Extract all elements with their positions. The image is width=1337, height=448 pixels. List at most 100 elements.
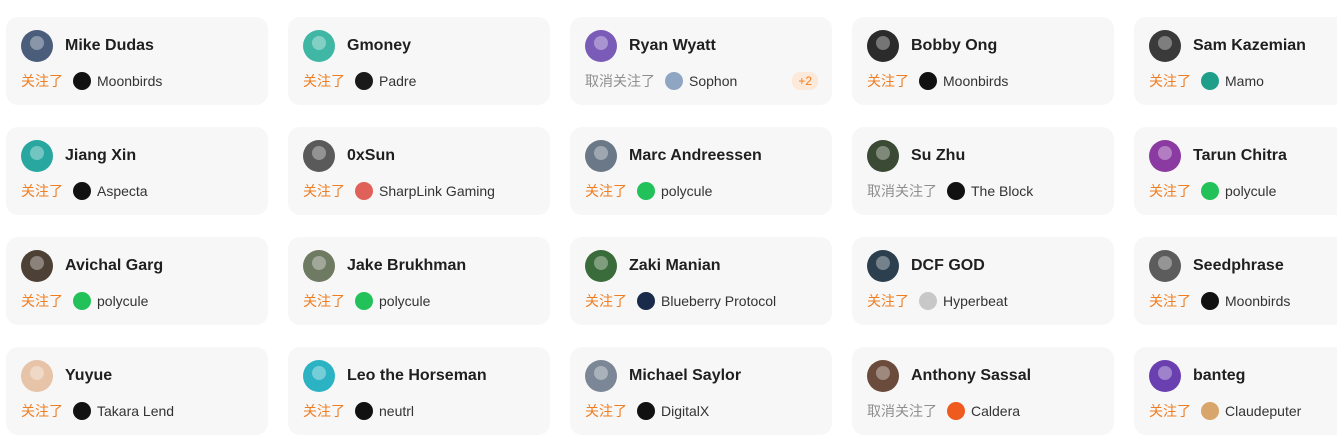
user-name[interactable]: Zaki Manian xyxy=(629,257,721,275)
project-name[interactable]: Moonbirds xyxy=(1225,293,1290,309)
activity-card[interactable]: 0xSun 关注了 SharpLink Gaming xyxy=(288,127,550,215)
activity-card[interactable]: Bobby Ong 关注了 Moonbirds xyxy=(852,17,1114,105)
avatar[interactable] xyxy=(21,140,53,172)
activity-card[interactable]: Jiang Xin 关注了 Aspecta xyxy=(6,127,268,215)
activity-card[interactable]: Jake Brukhman 关注了 polycule xyxy=(288,237,550,325)
caldera-icon xyxy=(947,402,965,420)
user-name[interactable]: Tarun Chitra xyxy=(1193,147,1287,165)
project-name[interactable]: Hyperbeat xyxy=(943,293,1008,309)
polycule-icon xyxy=(73,292,91,310)
takara-icon xyxy=(73,402,91,420)
avatar[interactable] xyxy=(1149,140,1181,172)
polycule-icon xyxy=(1201,182,1219,200)
activity-card[interactable]: Anthony Sassal 取消关注了 Caldera xyxy=(852,347,1114,435)
user-name[interactable]: Anthony Sassal xyxy=(911,367,1031,385)
avatar[interactable] xyxy=(21,360,53,392)
activity-card[interactable]: Yuyue 关注了 Takara Lend xyxy=(6,347,268,435)
activity-card[interactable]: Michael Saylor 关注了 DigitalX xyxy=(570,347,832,435)
avatar[interactable] xyxy=(585,30,617,62)
project-name[interactable]: Takara Lend xyxy=(97,403,174,419)
activity-card[interactable]: Gmoney 关注了 Padre xyxy=(288,17,550,105)
activity-card[interactable]: Ryan Wyatt 取消关注了 Sophon +2 xyxy=(570,17,832,105)
status-label: 关注了 xyxy=(21,73,63,89)
project-name[interactable]: Aspecta xyxy=(97,183,148,199)
avatar[interactable] xyxy=(1149,360,1181,392)
user-name[interactable]: Jiang Xin xyxy=(65,147,136,165)
project-name[interactable]: neutrl xyxy=(379,403,414,419)
action-row: 关注了 Moonbirds xyxy=(1149,291,1290,311)
action-row: 关注了 Hyperbeat xyxy=(867,291,1008,311)
user-name[interactable]: Michael Saylor xyxy=(629,367,741,385)
project-name[interactable]: Moonbirds xyxy=(943,73,1008,89)
project-name[interactable]: Caldera xyxy=(971,403,1020,419)
avatar[interactable] xyxy=(867,360,899,392)
avatar[interactable] xyxy=(303,30,335,62)
status-label: 关注了 xyxy=(1149,293,1191,309)
project-name[interactable]: DigitalX xyxy=(661,403,709,419)
user-name[interactable]: Seedphrase xyxy=(1193,257,1284,275)
status-label: 关注了 xyxy=(303,183,345,199)
project-name[interactable]: Moonbirds xyxy=(97,73,162,89)
project-name[interactable]: polycule xyxy=(1225,183,1276,199)
status-label: 关注了 xyxy=(1149,183,1191,199)
activity-card[interactable]: Marc Andreessen 关注了 polycule xyxy=(570,127,832,215)
project-name[interactable]: Claudeputer xyxy=(1225,403,1301,419)
user-name[interactable]: DCF GOD xyxy=(911,257,985,275)
project-name[interactable]: Mamo xyxy=(1225,73,1264,89)
activity-card[interactable]: Avichal Garg 关注了 polycule xyxy=(6,237,268,325)
project-name[interactable]: polycule xyxy=(97,293,148,309)
status-label: 关注了 xyxy=(303,73,345,89)
avatar[interactable] xyxy=(867,140,899,172)
activity-card[interactable]: Sam Kazemian 关注了 Mamo xyxy=(1134,17,1337,105)
activity-card[interactable]: Zaki Manian 关注了 Blueberry Protocol xyxy=(570,237,832,325)
avatar[interactable] xyxy=(303,140,335,172)
action-row: 关注了 SharpLink Gaming xyxy=(303,181,495,201)
project-name[interactable]: The Block xyxy=(971,183,1033,199)
avatar[interactable] xyxy=(867,30,899,62)
user-name[interactable]: Mike Dudas xyxy=(65,37,154,55)
project-name[interactable]: Blueberry Protocol xyxy=(661,293,776,309)
activity-card[interactable]: DCF GOD 关注了 Hyperbeat xyxy=(852,237,1114,325)
avatar[interactable] xyxy=(21,250,53,282)
hyperbeat-icon xyxy=(919,292,937,310)
avatar[interactable] xyxy=(21,30,53,62)
user-name[interactable]: Gmoney xyxy=(347,37,411,55)
project-name[interactable]: polycule xyxy=(661,183,712,199)
activity-card[interactable]: Seedphrase 关注了 Moonbirds xyxy=(1134,237,1337,325)
avatar[interactable] xyxy=(303,360,335,392)
more-count-badge[interactable]: +2 xyxy=(792,72,818,90)
user-name[interactable]: Jake Brukhman xyxy=(347,257,466,275)
avatar[interactable] xyxy=(867,250,899,282)
user-name[interactable]: 0xSun xyxy=(347,147,395,165)
neutrl-icon xyxy=(355,402,373,420)
avatar[interactable] xyxy=(585,360,617,392)
user-name[interactable]: Yuyue xyxy=(65,367,112,385)
project-name[interactable]: SharpLink Gaming xyxy=(379,183,495,199)
avatar[interactable] xyxy=(1149,30,1181,62)
user-name[interactable]: Leo the Horseman xyxy=(347,367,487,385)
user-name[interactable]: banteg xyxy=(1193,367,1245,385)
action-row: 关注了 polycule xyxy=(303,291,430,311)
user-name[interactable]: Sam Kazemian xyxy=(1193,37,1306,55)
user-name[interactable]: Su Zhu xyxy=(911,147,965,165)
user-name[interactable]: Ryan Wyatt xyxy=(629,37,716,55)
activity-card[interactable]: Mike Dudas 关注了 Moonbirds xyxy=(6,17,268,105)
project-name[interactable]: polycule xyxy=(379,293,430,309)
avatar[interactable] xyxy=(585,140,617,172)
project-name[interactable]: Padre xyxy=(379,73,416,89)
aspecta-icon xyxy=(73,182,91,200)
avatar[interactable] xyxy=(303,250,335,282)
activity-card[interactable]: Su Zhu 取消关注了 The Block xyxy=(852,127,1114,215)
padre-icon xyxy=(355,72,373,90)
project-name[interactable]: Sophon xyxy=(689,73,737,89)
action-row: 取消关注了 Sophon xyxy=(585,71,737,91)
user-name[interactable]: Bobby Ong xyxy=(911,37,997,55)
avatar[interactable] xyxy=(585,250,617,282)
activity-card[interactable]: Leo the Horseman 关注了 neutrl xyxy=(288,347,550,435)
activity-card[interactable]: Tarun Chitra 关注了 polycule xyxy=(1134,127,1337,215)
claudeputer-icon xyxy=(1201,402,1219,420)
user-name[interactable]: Avichal Garg xyxy=(65,257,163,275)
user-name[interactable]: Marc Andreessen xyxy=(629,147,762,165)
activity-card[interactable]: banteg 关注了 Claudeputer xyxy=(1134,347,1337,435)
avatar[interactable] xyxy=(1149,250,1181,282)
